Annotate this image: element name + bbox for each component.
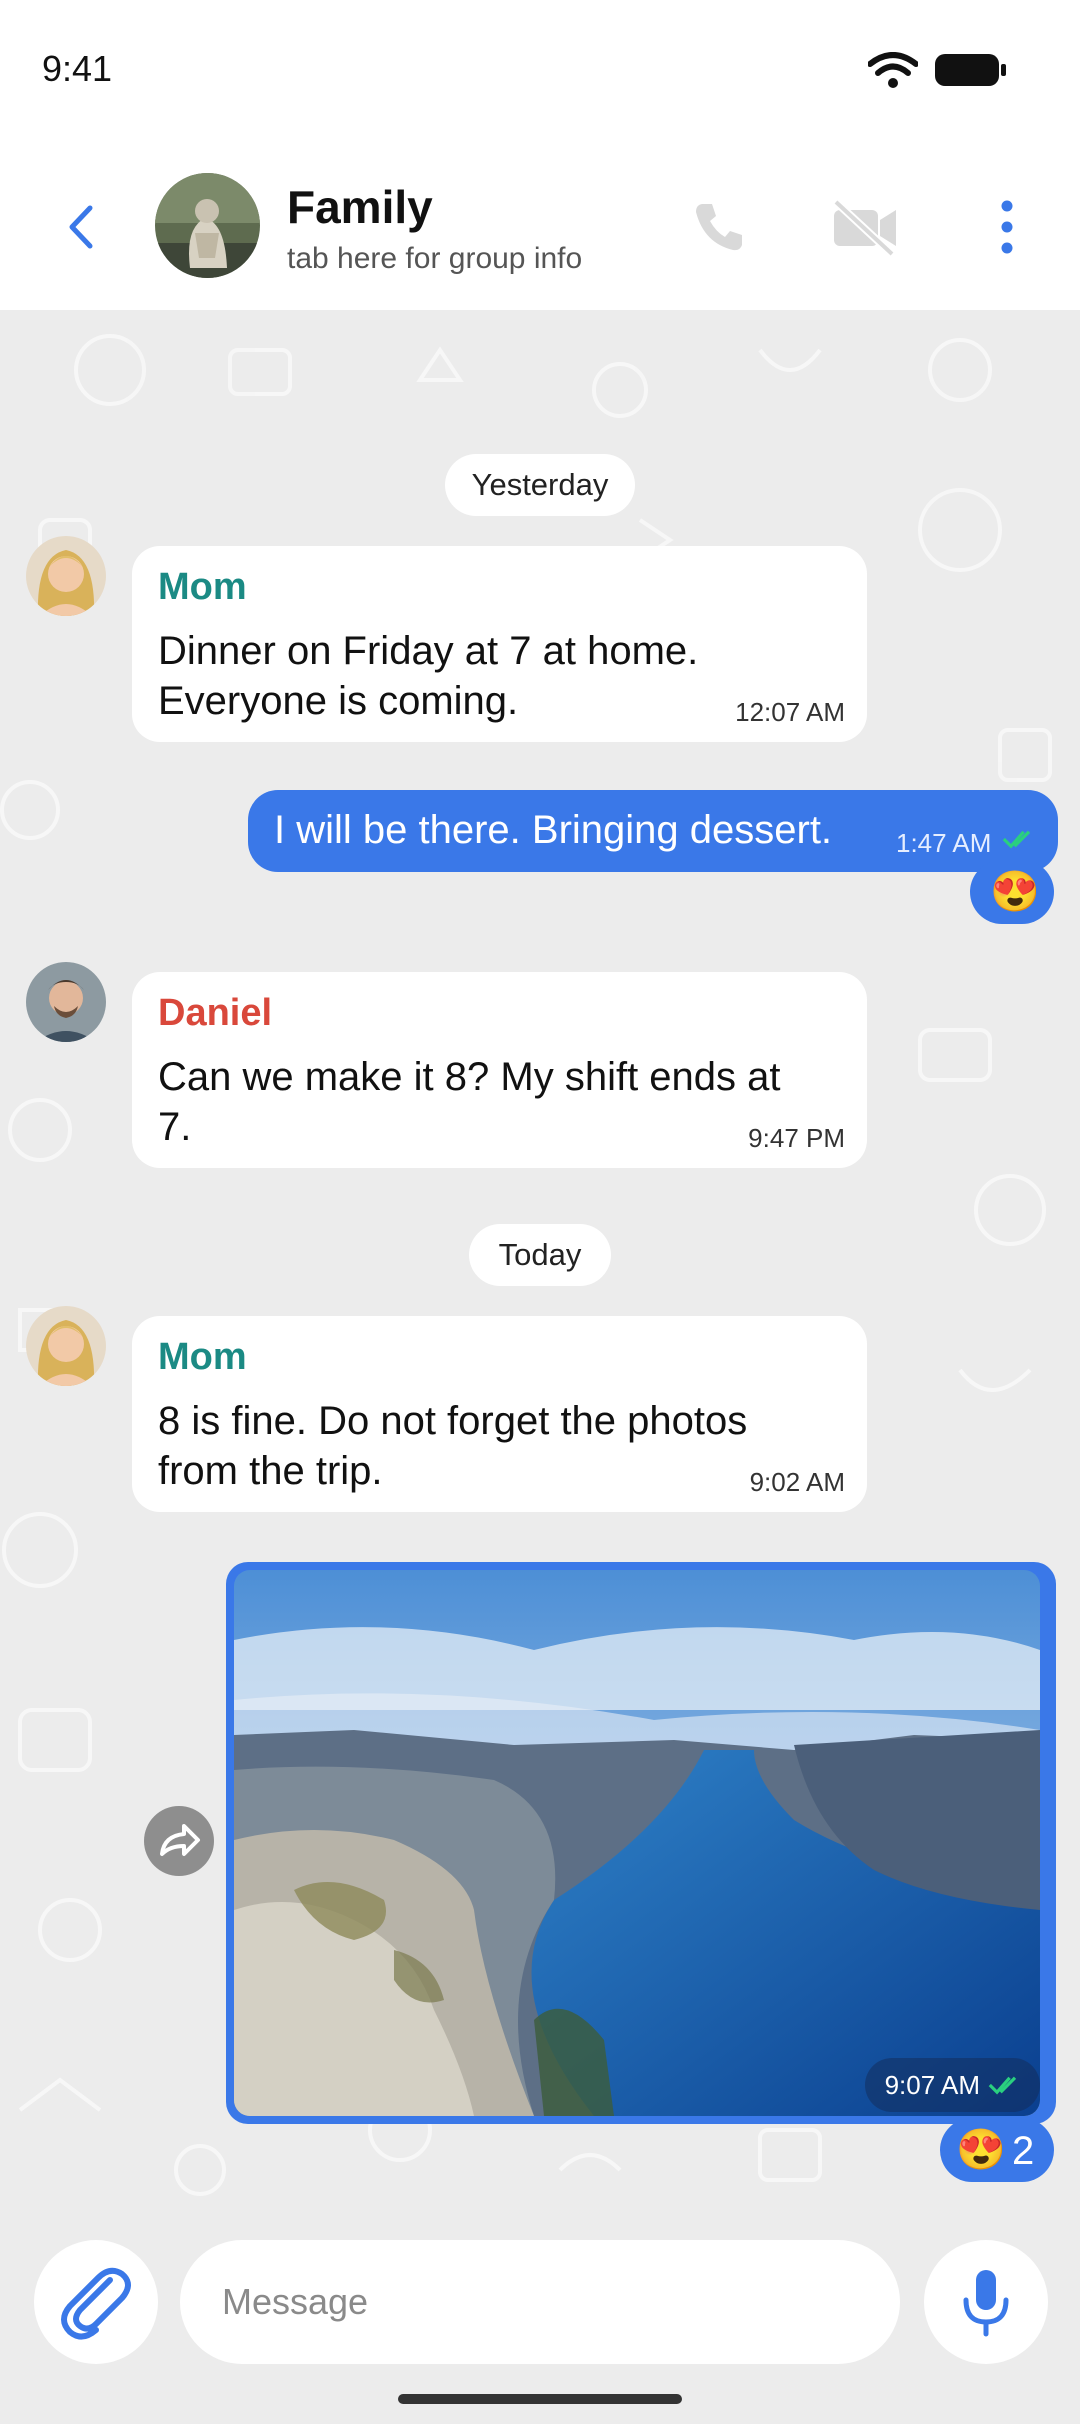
outgoing-message-bubble[interactable]: I will be there. Bringing dessert. 1:47 … [248, 790, 1058, 872]
sender-name: Mom [158, 566, 247, 608]
date-separator-yesterday: Yesterday [445, 454, 635, 516]
message-bubble[interactable]: Daniel Can we make it 8? My shift ends a… [132, 972, 867, 1168]
group-avatar[interactable] [155, 173, 260, 278]
group-title[interactable]: Family [287, 180, 433, 234]
forward-icon [160, 1824, 200, 1856]
message-input[interactable] [180, 2240, 900, 2364]
microphone-button[interactable] [924, 2240, 1048, 2364]
message-time: 9:07 AM [884, 2070, 980, 2100]
heart-eyes-emoji-icon: 😍 [956, 2128, 1006, 2172]
sender-name: Mom [158, 1336, 247, 1378]
battery-icon [935, 54, 1006, 86]
microphone-icon [963, 2270, 1009, 2337]
reaction-badge[interactable]: 😍 2 [940, 2118, 1054, 2182]
heart-eyes-emoji-icon: 😍 [990, 870, 1040, 914]
chat-header: Family tab here for group info [0, 140, 1080, 310]
message-text: 8 is fine. Do not forget the photos from… [158, 1399, 748, 1493]
double-check-icon [1002, 830, 1031, 849]
composer-bar [0, 2240, 1080, 2424]
reaction-count: 2 [1012, 2129, 1035, 2173]
status-time: 9:41 [42, 48, 113, 89]
video-off-button[interactable] [832, 198, 898, 256]
photo-message-bubble[interactable]: 9:07 AM [226, 1562, 1056, 2124]
chat-area[interactable]: Yesterday Mom Dinner on Friday at 7 at h… [0, 310, 1080, 2240]
message-time: 9:47 PM [748, 1123, 845, 1153]
back-button[interactable] [58, 202, 108, 252]
message-text: Dinner on Friday at 7 at home. Everyone … [158, 629, 699, 723]
message-text: Can we make it 8? My shift ends at 7. [158, 1055, 781, 1149]
home-indicator [398, 2394, 682, 2404]
sender-name: Daniel [158, 992, 273, 1034]
message-time: 1:47 AM [896, 828, 992, 858]
message-time: 9:02 AM [749, 1467, 845, 1497]
more-options-button[interactable] [995, 198, 1019, 256]
fjord-photo[interactable] [234, 1570, 1040, 2116]
paperclip-icon [61, 2267, 131, 2340]
message-text: I will be there. Bringing dessert. [274, 808, 833, 852]
daniel-avatar[interactable] [26, 962, 106, 1042]
mom-avatar[interactable] [26, 536, 106, 616]
message-bubble[interactable]: Mom Dinner on Friday at 7 at home. Every… [132, 546, 867, 742]
photo-time-badge: 9:07 AM [864, 2058, 1040, 2112]
double-check-icon [988, 2076, 1017, 2095]
forward-button[interactable] [144, 1806, 214, 1876]
date-separator-today: Today [469, 1224, 611, 1286]
mom-avatar[interactable] [26, 1306, 106, 1386]
attach-button[interactable] [34, 2240, 158, 2364]
message-bubble[interactable]: Mom 8 is fine. Do not forget the photos … [132, 1316, 867, 1512]
call-button[interactable] [690, 198, 748, 256]
wifi-icon [868, 52, 918, 88]
message-time: 12:07 AM [735, 697, 845, 727]
group-subtitle[interactable]: tab here for group info [287, 242, 582, 276]
status-bar: 9:41 [0, 0, 1080, 140]
reaction-badge[interactable]: 😍 [970, 860, 1054, 924]
